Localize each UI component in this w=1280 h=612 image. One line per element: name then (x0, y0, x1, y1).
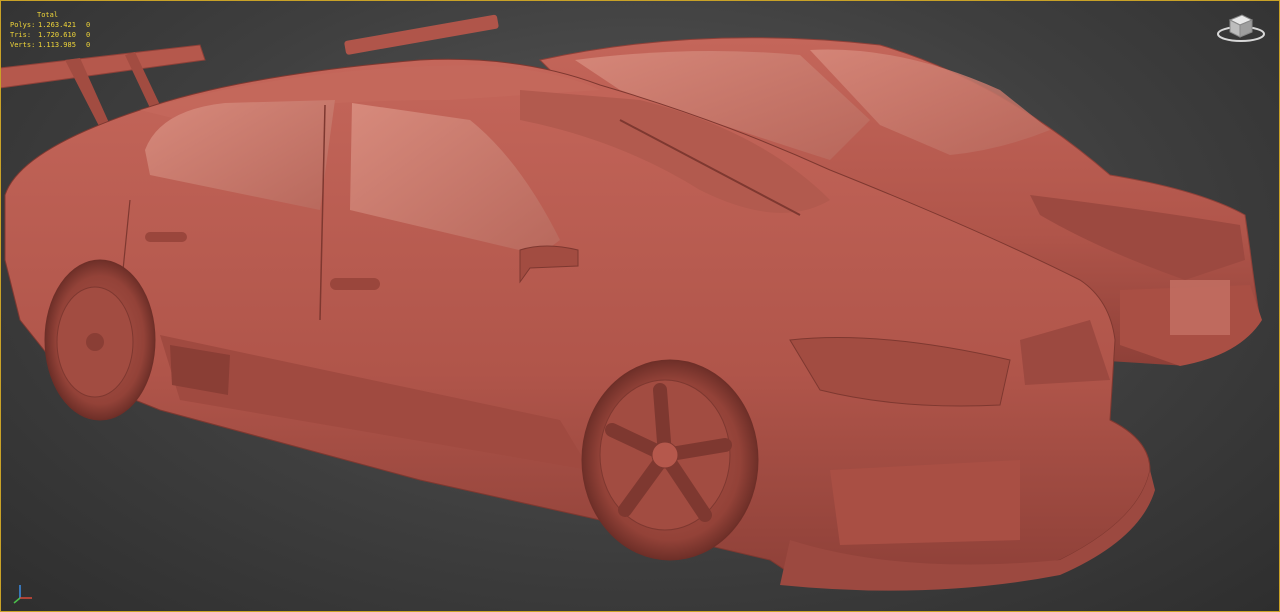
stats-selected: 0 (86, 41, 91, 49)
stats-row-verts: Verts: 1.113.985 0 (10, 40, 96, 50)
car-models-render[interactable] (0, 0, 1280, 612)
viewcube-icon[interactable] (1216, 10, 1266, 44)
stats-title: Total (37, 11, 59, 19)
stats-row-tris: Tris: 1.720.610 0 (10, 30, 96, 40)
stats-selected: 0 (86, 21, 91, 29)
stats-label: Tris: (10, 31, 32, 39)
stats-value: 1.720.610 (38, 31, 76, 39)
stats-label: Polys: (10, 21, 36, 29)
front-car-rear-wheel (44, 259, 156, 421)
stats-value: 1.263.421 (38, 21, 76, 29)
stats-value: 1.113.985 (38, 41, 76, 49)
polygon-stats-overlay: Total Polys: 1.263.421 0 Tris: 1.720.610… (10, 10, 96, 50)
stats-row-polys: Polys: 1.263.421 0 (10, 20, 96, 30)
axis-tripod-icon (12, 582, 34, 604)
3d-viewport[interactable]: Total Polys: 1.263.421 0 Tris: 1.720.610… (0, 0, 1280, 612)
stats-selected: 0 (86, 31, 91, 39)
stats-label: Verts: (10, 41, 36, 49)
front-car-front-wheel (581, 359, 759, 561)
